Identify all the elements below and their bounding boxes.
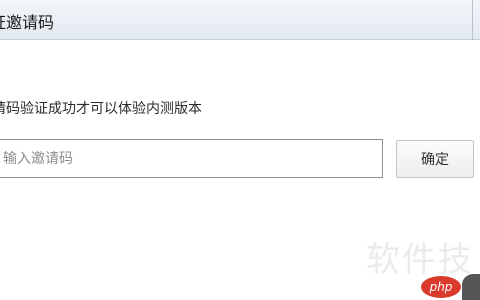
php-logo-text: php — [429, 280, 453, 294]
php-logo-icon: php — [421, 276, 461, 298]
confirm-button[interactable]: 确定 — [396, 140, 474, 178]
dialog-titlebar: 证邀请码 — [0, 0, 480, 40]
dialog-title: 证邀请码 — [0, 13, 55, 32]
watermark-dark-shape — [462, 274, 480, 300]
titlebar-divider — [472, 0, 473, 40]
invite-code-input[interactable] — [0, 139, 383, 178]
instruction-text: 请码验证成功才可以体验内测版本 — [0, 101, 202, 117]
